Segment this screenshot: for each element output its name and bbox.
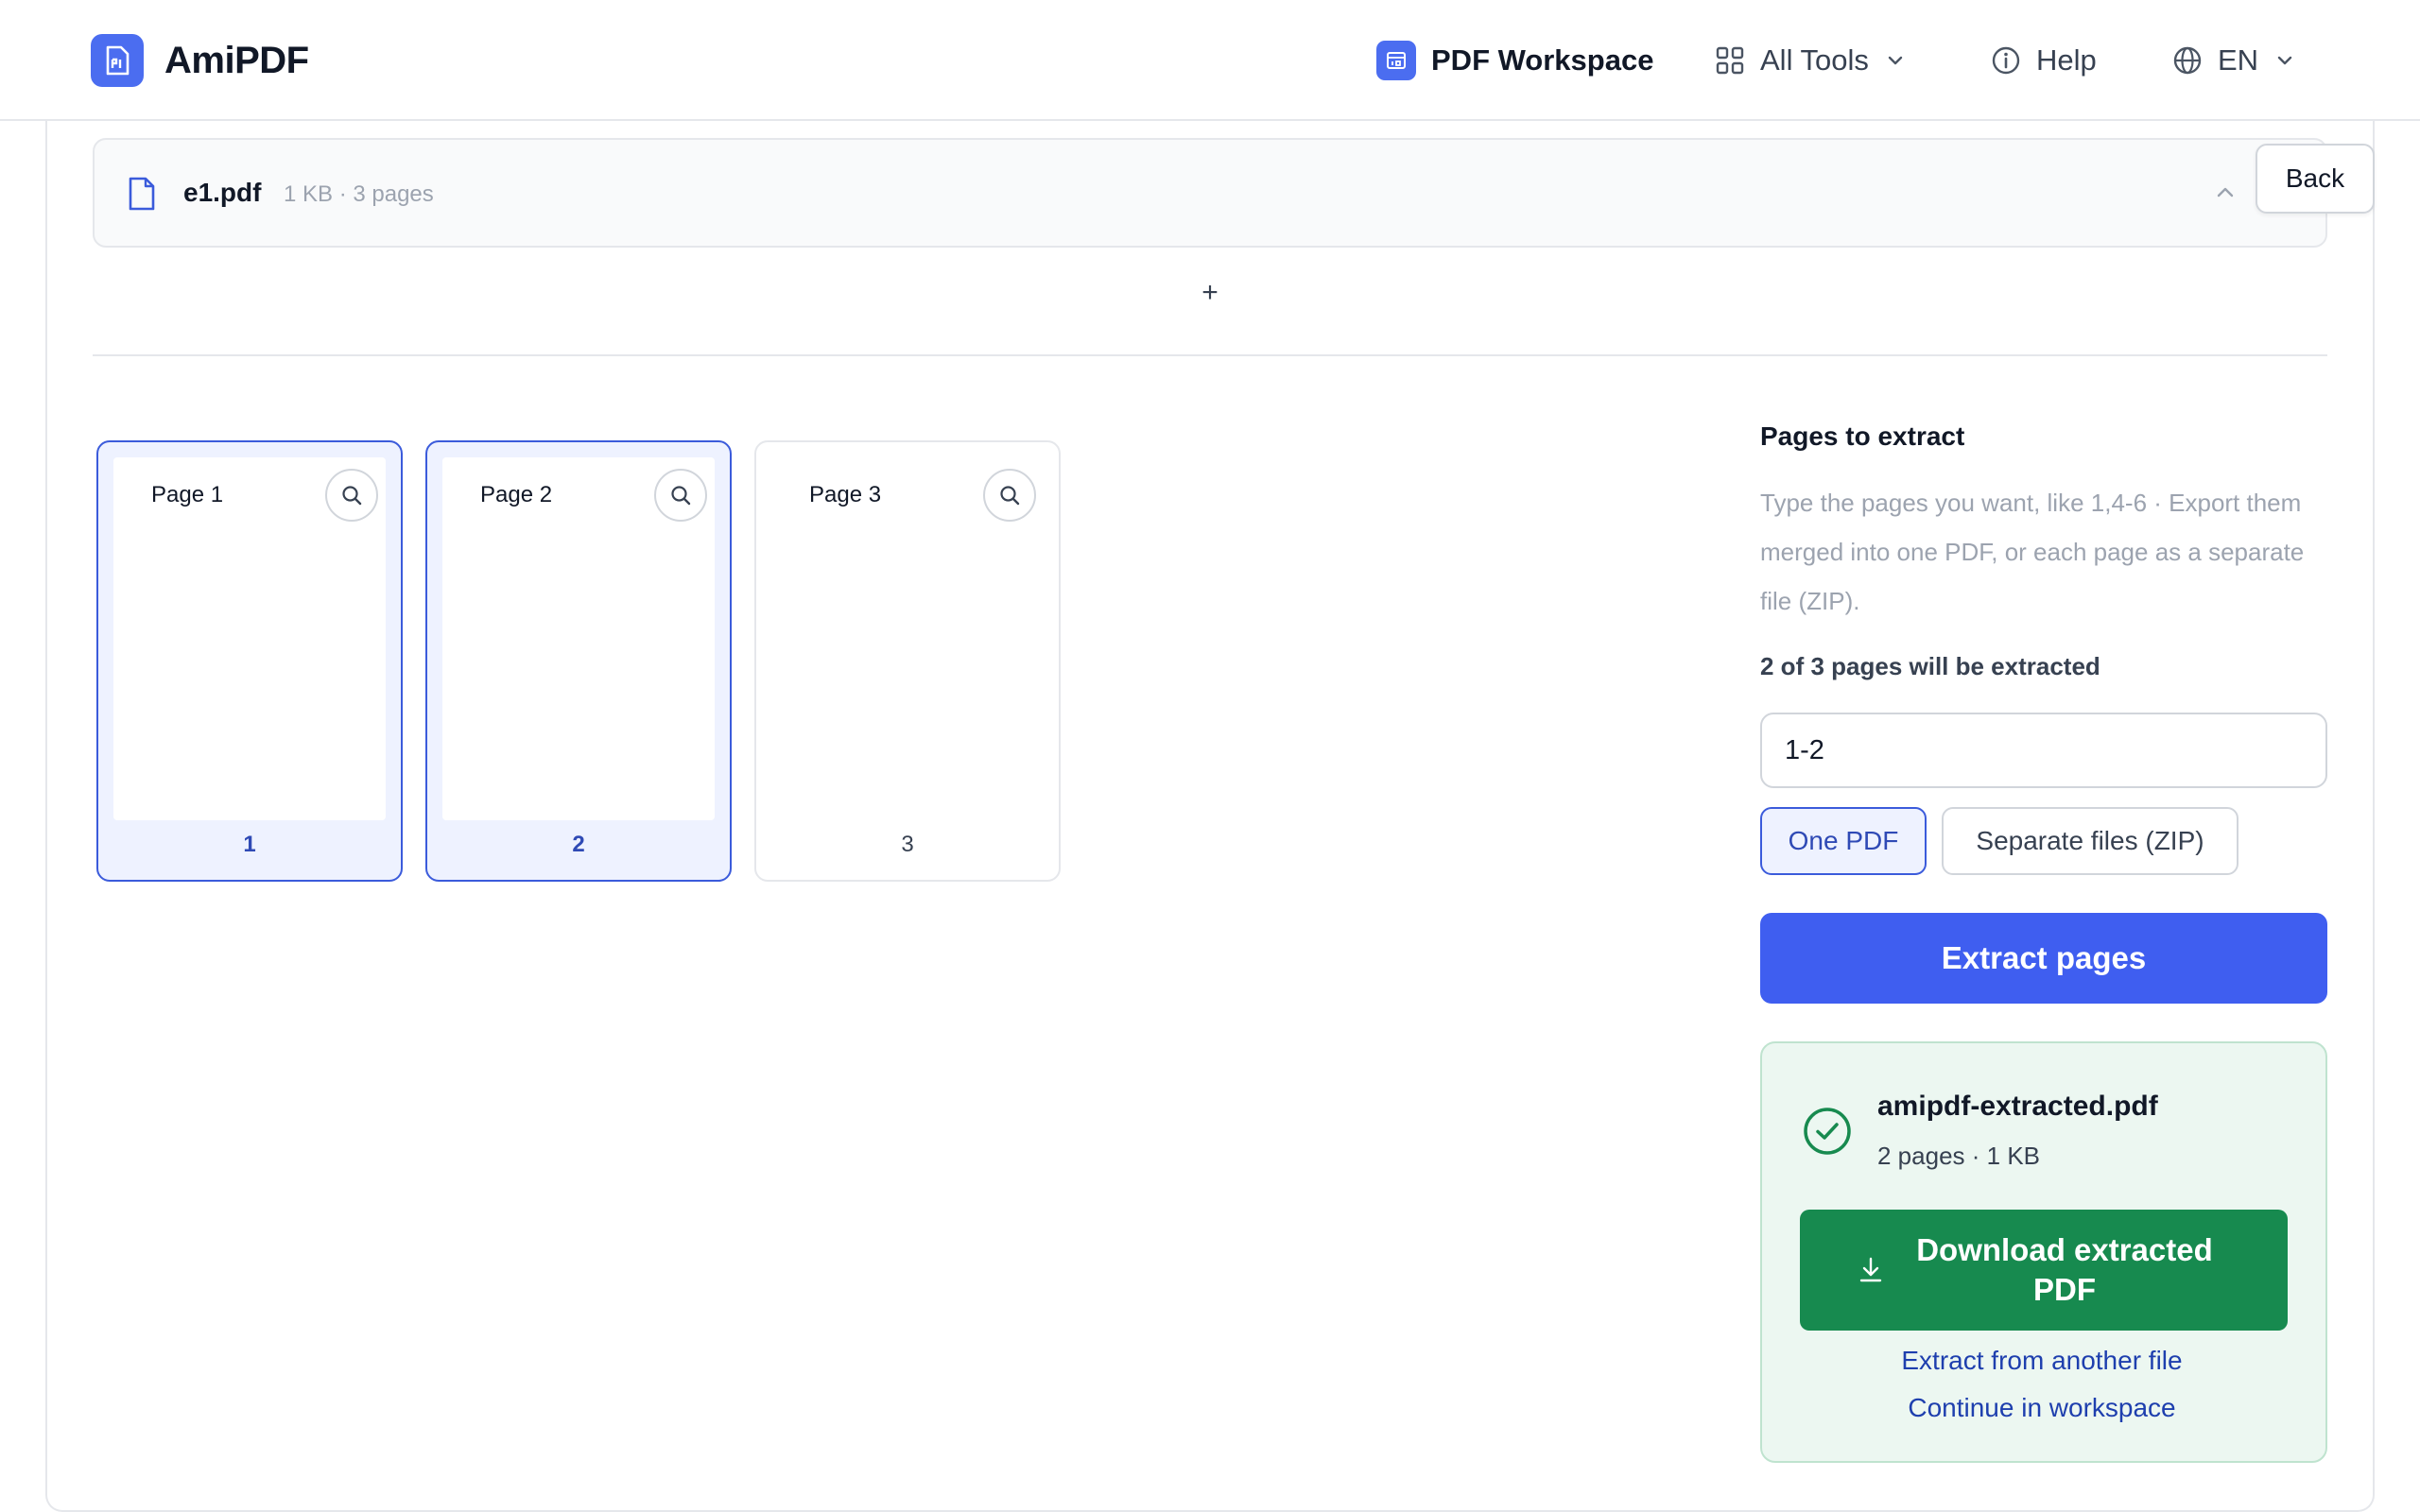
page-title: Page 3 — [809, 482, 882, 507]
zoom-icon[interactable] — [983, 469, 1036, 522]
result-file-name: amipdf-extracted.pdf — [1877, 1091, 2158, 1122]
file-meta: 1 KB · 3 pages — [284, 181, 434, 207]
zoom-icon[interactable] — [654, 469, 707, 522]
page-number: 3 — [901, 832, 914, 857]
page-thumbnail-1[interactable]: Page 1 1 — [96, 440, 403, 882]
file-bar: e1.pdf 1 KB · 3 pages — [93, 138, 2327, 248]
nav-tools-label: All Tools — [1760, 43, 1869, 77]
globe-icon — [2172, 45, 2203, 76]
file-name: e1.pdf — [183, 178, 262, 207]
continue-workspace-link[interactable]: Continue in workspace — [1760, 1393, 2324, 1423]
extract-another-link[interactable]: Extract from another file — [1760, 1346, 2324, 1376]
download-label: Download extracted PDF — [1916, 1232, 2213, 1307]
chevron-up-icon[interactable] — [2212, 180, 2238, 211]
nav-all-tools[interactable]: All Tools — [1715, 38, 1905, 83]
page-title: Page 2 — [480, 482, 553, 507]
page-number: 1 — [243, 832, 256, 857]
check-circle-icon — [1802, 1106, 1853, 1161]
page-thumbnail-3[interactable]: Page 3 3 — [754, 440, 1061, 882]
page-range-input[interactable] — [1760, 713, 2327, 788]
nav-language-selector[interactable]: EN — [2172, 38, 2294, 83]
nav-workspace-label: PDF Workspace — [1431, 43, 1654, 77]
file-icon — [127, 176, 157, 216]
top-header: AmiPDF PDF Workspace All Tools Help EN — [0, 0, 2420, 121]
grid-icon — [1715, 45, 1745, 76]
section-divider — [93, 354, 2327, 356]
nav-pdf-workspace[interactable]: PDF Workspace — [1376, 38, 1653, 83]
zoom-icon[interactable] — [325, 469, 378, 522]
chevron-down-icon — [2275, 51, 2294, 70]
back-button[interactable]: Back — [2256, 144, 2375, 214]
chevron-down-icon — [1886, 51, 1905, 70]
nav-help-label: Help — [2036, 43, 2097, 77]
download-icon — [1857, 1255, 1885, 1295]
pdf-logo-icon — [91, 34, 144, 87]
workspace-icon — [1376, 41, 1416, 80]
page-thumbnail-2[interactable]: Page 2 2 — [425, 440, 732, 882]
page-title: Page 1 — [151, 482, 224, 507]
panel-title: Pages to extract — [1760, 421, 1965, 451]
separate-files-option[interactable]: Separate files (ZIP) — [1942, 807, 2238, 875]
page-number: 2 — [572, 832, 585, 857]
extract-count: 2 of 3 pages will be extracted — [1760, 652, 2100, 680]
result-file-meta: 2 pages · 1 KB — [1877, 1142, 2040, 1170]
extract-pages-button[interactable]: Extract pages — [1760, 913, 2327, 1004]
info-icon — [1991, 45, 2021, 76]
download-button[interactable]: Download extracted PDF — [1800, 1210, 2288, 1331]
one-pdf-option[interactable]: One PDF — [1760, 807, 1927, 875]
app-name: AmiPDF — [164, 39, 309, 81]
nav-help[interactable]: Help — [1991, 38, 2097, 83]
add-file-button[interactable]: + — [1193, 276, 1227, 310]
app-logo[interactable]: AmiPDF — [91, 34, 309, 87]
panel-description: Type the pages you want, like 1,4-6 · Ex… — [1760, 489, 2305, 615]
nav-lang-label: EN — [2218, 43, 2259, 77]
